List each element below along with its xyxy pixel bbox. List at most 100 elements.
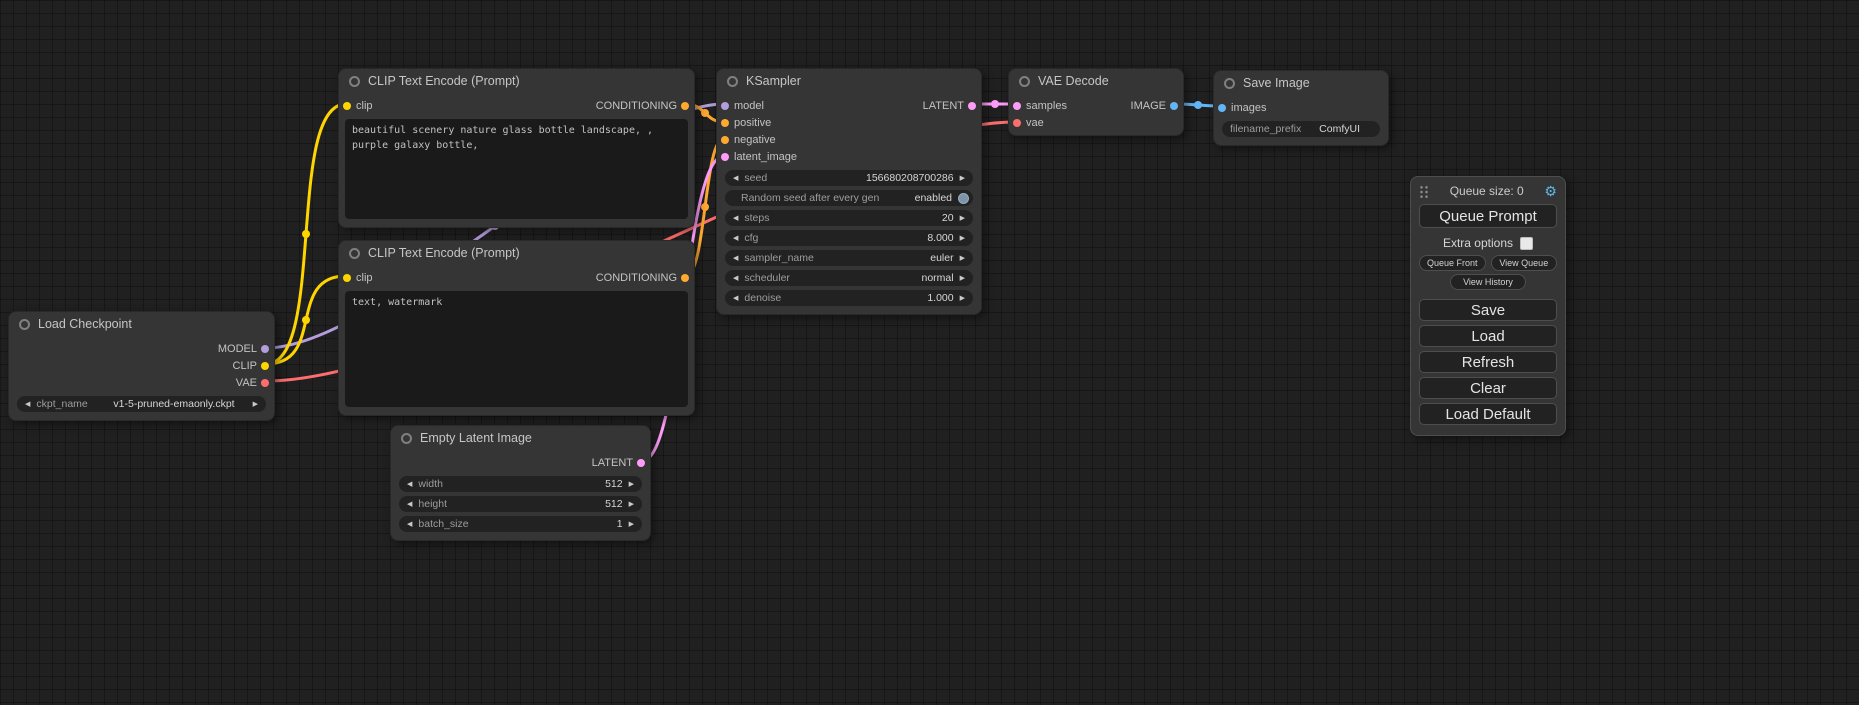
collapse-icon[interactable] xyxy=(349,248,360,259)
cfg-widget[interactable]: ◀ cfg 8.000 ▶ xyxy=(725,230,973,246)
graph-canvas[interactable]: { "colors": { "model": "#B39DDB", "clip"… xyxy=(0,0,1859,705)
seed-widget[interactable]: ◀ seed 156680208700286 ▶ xyxy=(725,170,973,186)
increment-icon[interactable]: ▶ xyxy=(960,175,965,182)
toggle-knob-icon[interactable] xyxy=(958,193,969,204)
node-load-checkpoint[interactable]: Load Checkpoint MODEL CLIP VAE ◀ ckpt_na… xyxy=(8,311,275,421)
samples-input-dot[interactable] xyxy=(1013,102,1021,110)
node-vae-decode[interactable]: VAE Decode samples IMAGE vae xyxy=(1008,68,1184,136)
latent-image-input-dot[interactable] xyxy=(721,153,729,161)
vae-output-dot[interactable] xyxy=(261,379,269,387)
node-titlebar[interactable]: KSampler xyxy=(717,69,981,93)
collapse-icon[interactable] xyxy=(727,76,738,87)
latent-output-dot[interactable] xyxy=(637,459,645,467)
model-output-dot[interactable] xyxy=(261,345,269,353)
node-empty-latent-image[interactable]: Empty Latent Image LATENT ◀ width 512 ▶ … xyxy=(390,425,651,541)
decrement-icon[interactable]: ◀ xyxy=(733,175,738,182)
sampler-name-widget[interactable]: ◀ sampler_name euler ▶ xyxy=(725,250,973,266)
images-input-dot[interactable] xyxy=(1218,104,1226,112)
increment-icon[interactable]: ▶ xyxy=(960,235,965,242)
next-value-icon[interactable]: ▶ xyxy=(960,275,965,282)
positive-input-dot[interactable] xyxy=(721,119,729,127)
next-value-icon[interactable]: ▶ xyxy=(960,255,965,262)
node-clip-text-encode-positive[interactable]: CLIP Text Encode (Prompt) clip CONDITION… xyxy=(338,68,695,228)
extra-options-checkbox[interactable] xyxy=(1520,237,1533,250)
prev-value-icon[interactable]: ◀ xyxy=(733,275,738,282)
ckpt-name-widget[interactable]: ◀ ckpt_name v1-5-pruned-emaonly.ckpt ▶ xyxy=(17,396,266,412)
prompt-textarea[interactable]: beautiful scenery nature glass bottle la… xyxy=(345,119,688,219)
load-default-button[interactable]: Load Default xyxy=(1419,403,1557,425)
node-titlebar[interactable]: CLIP Text Encode (Prompt) xyxy=(339,241,694,265)
clip-input-dot[interactable] xyxy=(343,274,351,282)
slot-row: MODEL xyxy=(9,340,274,357)
widget-value: 156680208700286 xyxy=(866,172,954,184)
menu-drag-handle-icon[interactable] xyxy=(1419,184,1429,198)
view-queue-button[interactable]: View Queue xyxy=(1491,255,1557,271)
prev-value-icon[interactable]: ◀ xyxy=(25,401,30,408)
widget-label: cfg xyxy=(744,232,758,244)
height-widget[interactable]: ◀ height 512 ▶ xyxy=(399,496,642,512)
widget-value: 1.000 xyxy=(927,292,953,304)
collapse-icon[interactable] xyxy=(1019,76,1030,87)
increment-icon[interactable]: ▶ xyxy=(629,501,634,508)
control-after-generate-widget[interactable]: Random seed after every gen enabled xyxy=(725,190,973,206)
load-button[interactable]: Load xyxy=(1419,325,1557,347)
widget-value: 1 xyxy=(617,518,623,530)
increment-icon[interactable]: ▶ xyxy=(960,295,965,302)
node-titlebar[interactable]: Empty Latent Image xyxy=(391,426,650,450)
clip-input-dot[interactable] xyxy=(343,102,351,110)
node-titlebar[interactable]: VAE Decode xyxy=(1009,69,1183,93)
node-titlebar[interactable]: Save Image xyxy=(1214,71,1388,95)
vae-input-dot[interactable] xyxy=(1013,119,1021,127)
decrement-icon[interactable]: ◀ xyxy=(407,501,412,508)
model-input-dot[interactable] xyxy=(721,102,729,110)
steps-widget[interactable]: ◀ steps 20 ▶ xyxy=(725,210,973,226)
node-title: Save Image xyxy=(1243,76,1310,90)
conditioning-output-dot[interactable] xyxy=(681,274,689,282)
decrement-icon[interactable]: ◀ xyxy=(733,295,738,302)
decrement-icon[interactable]: ◀ xyxy=(733,215,738,222)
widget-value: 512 xyxy=(605,478,623,490)
collapse-icon[interactable] xyxy=(401,433,412,444)
increment-icon[interactable]: ▶ xyxy=(960,215,965,222)
refresh-button[interactable]: Refresh xyxy=(1419,351,1557,373)
conditioning-output-dot[interactable] xyxy=(681,102,689,110)
widget-label: batch_size xyxy=(418,518,468,530)
node-titlebar[interactable]: Load Checkpoint xyxy=(9,312,274,336)
settings-gear-icon[interactable]: ⚙ xyxy=(1544,184,1557,198)
clip-output-dot[interactable] xyxy=(261,362,269,370)
view-history-button[interactable]: View History xyxy=(1450,274,1526,290)
node-titlebar[interactable]: CLIP Text Encode (Prompt) xyxy=(339,69,694,93)
slot-row: vae xyxy=(1009,114,1183,131)
batch-size-widget[interactable]: ◀ batch_size 1 ▶ xyxy=(399,516,642,532)
node-ksampler[interactable]: KSampler model LATENT positive negative … xyxy=(716,68,982,315)
queue-prompt-button[interactable]: Queue Prompt xyxy=(1419,204,1557,228)
decrement-icon[interactable]: ◀ xyxy=(407,521,412,528)
queue-front-button[interactable]: Queue Front xyxy=(1419,255,1486,271)
filename-prefix-widget[interactable]: filename_prefix ComfyUI xyxy=(1222,121,1380,137)
prev-value-icon[interactable]: ◀ xyxy=(733,255,738,262)
collapse-icon[interactable] xyxy=(19,319,30,330)
node-clip-text-encode-negative[interactable]: CLIP Text Encode (Prompt) clip CONDITION… xyxy=(338,240,695,416)
width-widget[interactable]: ◀ width 512 ▶ xyxy=(399,476,642,492)
increment-icon[interactable]: ▶ xyxy=(629,481,634,488)
latent-output-dot[interactable] xyxy=(968,102,976,110)
decrement-icon[interactable]: ◀ xyxy=(407,481,412,488)
widget-label: Random seed after every gen xyxy=(741,192,879,204)
node-title: CLIP Text Encode (Prompt) xyxy=(368,246,520,260)
widget-label: sampler_name xyxy=(744,252,813,264)
denoise-widget[interactable]: ◀ denoise 1.000 ▶ xyxy=(725,290,973,306)
collapse-icon[interactable] xyxy=(1224,78,1235,89)
save-button[interactable]: Save xyxy=(1419,299,1557,321)
widget-value: 20 xyxy=(942,212,954,224)
decrement-icon[interactable]: ◀ xyxy=(733,235,738,242)
node-save-image[interactable]: Save Image images filename_prefix ComfyU… xyxy=(1213,70,1389,146)
output-label-conditioning: CONDITIONING xyxy=(596,272,694,284)
collapse-icon[interactable] xyxy=(349,76,360,87)
increment-icon[interactable]: ▶ xyxy=(629,521,634,528)
image-output-dot[interactable] xyxy=(1170,102,1178,110)
clear-button[interactable]: Clear xyxy=(1419,377,1557,399)
prompt-textarea[interactable]: text, watermark xyxy=(345,291,688,407)
negative-input-dot[interactable] xyxy=(721,136,729,144)
next-value-icon[interactable]: ▶ xyxy=(253,401,258,408)
scheduler-widget[interactable]: ◀ scheduler normal ▶ xyxy=(725,270,973,286)
